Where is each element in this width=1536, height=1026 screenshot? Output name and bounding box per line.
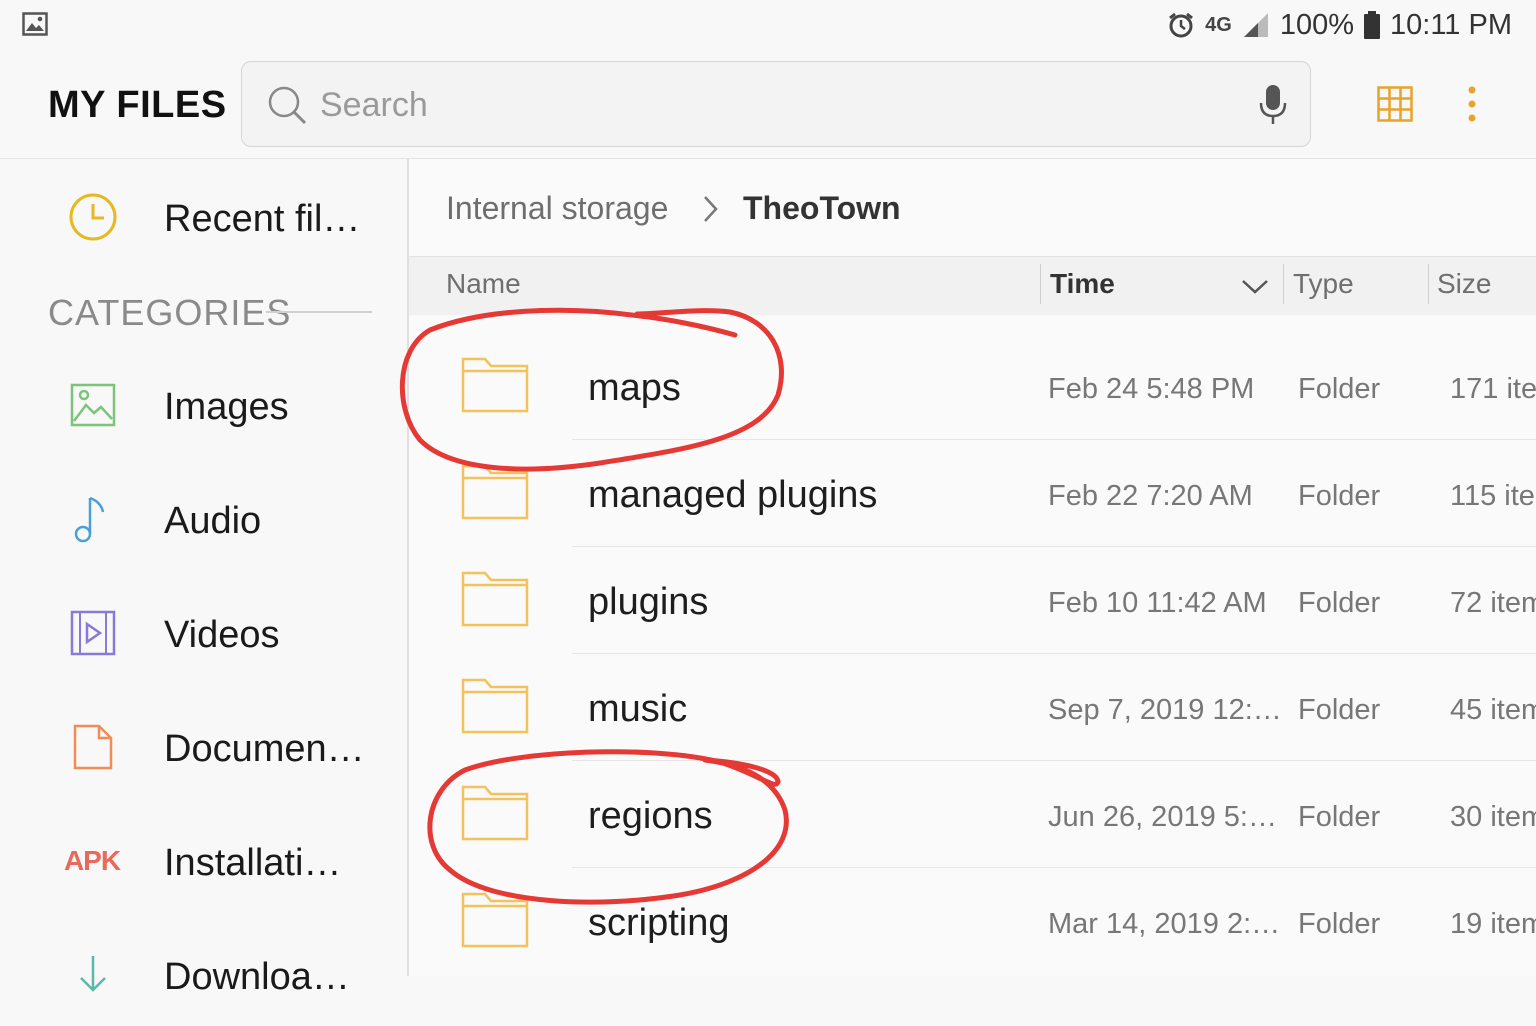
column-divider bbox=[1283, 264, 1284, 304]
file-type: Folder bbox=[1298, 373, 1381, 405]
file-type: Folder bbox=[1298, 801, 1381, 833]
table-row[interactable]: scripting Mar 14, 2019 2:5… Folder 19 it… bbox=[409, 868, 1536, 975]
signal-icon bbox=[1243, 13, 1268, 37]
app-title: MY FILES bbox=[48, 84, 227, 126]
folder-icon bbox=[461, 785, 529, 841]
sidebar-item-label: Downloa… bbox=[164, 956, 350, 998]
sidebar-item-label: Installati… bbox=[164, 842, 342, 884]
search-icon bbox=[268, 86, 307, 125]
table-row[interactable]: maps Feb 24 5:48 PM Folder 171 ite bbox=[409, 333, 1536, 440]
video-icon bbox=[66, 606, 120, 660]
gallery-notification-icon bbox=[22, 12, 48, 36]
file-size: 115 ite bbox=[1450, 480, 1535, 512]
categories-divider bbox=[266, 311, 372, 313]
file-type: Folder bbox=[1298, 480, 1381, 512]
file-time: Jun 26, 2019 5:1… bbox=[1048, 801, 1288, 833]
grid-view-icon[interactable] bbox=[1377, 86, 1413, 122]
folder-icon bbox=[461, 357, 529, 413]
file-time: Sep 7, 2019 12:1… bbox=[1048, 694, 1288, 726]
sidebar-item-audio[interactable]: Audio bbox=[0, 470, 407, 570]
clock-icon bbox=[66, 190, 120, 244]
file-time: Feb 22 7:20 AM bbox=[1048, 480, 1253, 512]
column-size[interactable]: Size bbox=[1437, 268, 1491, 300]
file-type: Folder bbox=[1298, 587, 1381, 619]
categories-heading: CATEGORIES bbox=[48, 292, 292, 333]
file-size: 72 item bbox=[1450, 587, 1536, 619]
clock: 10:11 PM bbox=[1390, 8, 1512, 41]
file-size: 30 item bbox=[1450, 801, 1536, 833]
sidebar-item-label: Images bbox=[164, 386, 289, 428]
network-type: 4G bbox=[1205, 13, 1232, 36]
file-name: regions bbox=[588, 795, 713, 837]
battery-icon bbox=[1364, 11, 1381, 39]
apk-badge: APK bbox=[63, 845, 121, 876]
chevron-right-icon bbox=[704, 196, 718, 222]
column-header bbox=[409, 256, 1536, 315]
file-size: 45 item bbox=[1450, 694, 1536, 726]
breadcrumb-root[interactable]: Internal storage bbox=[446, 190, 668, 227]
more-options-icon[interactable] bbox=[1462, 86, 1482, 122]
file-name: maps bbox=[588, 367, 681, 409]
search-bar[interactable] bbox=[241, 61, 1311, 147]
file-name: plugins bbox=[588, 581, 709, 623]
file-name: managed plugins bbox=[588, 474, 878, 516]
status-bar: 4G 100% 10:11 PM bbox=[0, 0, 1536, 52]
microphone-icon[interactable] bbox=[1258, 84, 1288, 126]
file-name: scripting bbox=[588, 902, 730, 944]
file-type: Folder bbox=[1298, 694, 1381, 726]
folder-icon bbox=[461, 464, 529, 520]
sidebar-item-images[interactable]: Images bbox=[0, 356, 407, 456]
column-divider bbox=[1040, 264, 1041, 304]
apk-icon: APK bbox=[62, 834, 122, 888]
file-time: Feb 24 5:48 PM bbox=[1048, 373, 1255, 405]
sidebar-item-documents[interactable]: Documen… bbox=[0, 698, 407, 798]
table-row[interactable]: regions Jun 26, 2019 5:1… Folder 30 item bbox=[409, 761, 1536, 868]
file-time: Feb 10 11:42 AM bbox=[1048, 587, 1267, 619]
search-input[interactable] bbox=[318, 80, 1222, 130]
alarm-icon bbox=[1169, 12, 1194, 38]
folder-icon bbox=[461, 892, 529, 948]
sidebar-item-label: Videos bbox=[164, 614, 280, 656]
image-icon bbox=[66, 378, 120, 432]
column-name[interactable]: Name bbox=[446, 268, 521, 300]
file-name: music bbox=[588, 688, 688, 730]
file-type: Folder bbox=[1298, 908, 1381, 940]
file-size: 171 ite bbox=[1450, 373, 1536, 405]
sidebar-item-label: Documen… bbox=[164, 728, 365, 770]
sidebar-item-installation-files[interactable]: APK Installati… bbox=[0, 812, 407, 912]
table-row[interactable]: music Sep 7, 2019 12:1… Folder 45 item bbox=[409, 654, 1536, 761]
sidebar-item-label: Audio bbox=[164, 500, 262, 542]
column-time[interactable]: Time bbox=[1050, 268, 1115, 300]
column-type[interactable]: Type bbox=[1293, 268, 1354, 300]
file-size: 19 item bbox=[1450, 908, 1536, 940]
folder-icon bbox=[461, 678, 529, 734]
sidebar-item-recent[interactable]: Recent fil… bbox=[0, 168, 407, 268]
battery-percent: 100% bbox=[1279, 8, 1355, 41]
chevron-down-icon[interactable] bbox=[1240, 278, 1270, 296]
table-row[interactable]: managed plugins Feb 22 7:20 AM Folder 11… bbox=[409, 440, 1536, 547]
folder-icon bbox=[461, 571, 529, 627]
sidebar-item-downloads[interactable]: Downloa… bbox=[0, 926, 407, 1026]
sidebar-item-videos[interactable]: Videos bbox=[0, 584, 407, 684]
table-row[interactable]: plugins Feb 10 11:42 AM Folder 72 item bbox=[409, 547, 1536, 654]
breadcrumb-current: TheoTown bbox=[743, 190, 901, 226]
file-time: Mar 14, 2019 2:5… bbox=[1048, 908, 1288, 940]
music-note-icon bbox=[66, 492, 120, 546]
column-divider bbox=[1428, 264, 1429, 304]
document-icon bbox=[66, 720, 120, 774]
download-icon bbox=[66, 952, 120, 1006]
sidebar-item-label: Recent fil… bbox=[164, 198, 361, 240]
